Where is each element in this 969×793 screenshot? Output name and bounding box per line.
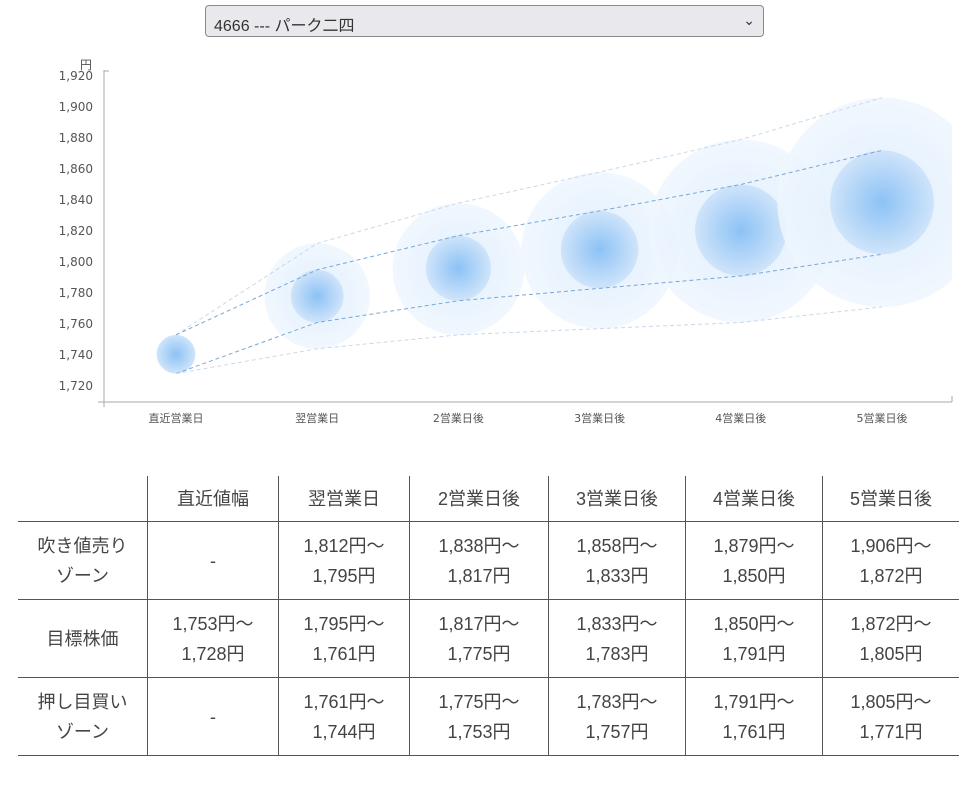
table-cell: 1,775円～ 1,753円 (409, 677, 549, 756)
x-tick-label: 翌営業日 (295, 411, 339, 425)
y-tick-label: 1,920 (59, 69, 93, 83)
column-header (18, 476, 148, 522)
table-cell: 1,872円～ 1,805円 (822, 599, 959, 678)
table-cell: 1,805円～ 1,771円 (822, 677, 959, 756)
cell-line: 吹き値売り (37, 535, 128, 556)
cell-line: 1,791円 (722, 643, 786, 664)
cell-line: 1,728円 (181, 643, 245, 664)
y-tick-label: 1,760 (59, 317, 93, 331)
cell-line: 1,817円～ (438, 613, 520, 634)
table-cell: 1,817円～ 1,775円 (409, 599, 549, 678)
x-tick-label: 直近営業日 (149, 411, 204, 425)
target-range-bubble (560, 210, 639, 289)
cell-line: ゾーン (55, 565, 110, 586)
stock-select[interactable]: 4666 --- パーク二四 ⌄ (205, 5, 764, 37)
cell-line: 1,795円～ (303, 613, 385, 634)
column-header: 翌営業日 (278, 476, 410, 522)
cell-line: 1,805円～ (850, 691, 932, 712)
table-cell: 1,858円～ 1,833円 (548, 521, 686, 600)
cell-line: 1,858円～ (576, 535, 658, 556)
cell-line: ゾーン (55, 721, 110, 742)
target-range-bubble (156, 334, 196, 374)
table-cell: - (147, 677, 279, 756)
x-tick-label: 4営業日後 (715, 411, 766, 425)
y-tick-label: 1,900 (59, 100, 93, 114)
target-range-bubble (425, 235, 491, 301)
cell-line: 1,761円 (312, 643, 376, 664)
cell-line: 1,838円～ (438, 535, 520, 556)
row-label: 吹き値売り ゾーン (18, 521, 148, 600)
column-header: 直近値幅 (147, 476, 279, 522)
table-cell: - (147, 521, 279, 600)
cell-line: - (210, 550, 216, 571)
cell-line: 1,744円 (312, 721, 376, 742)
table-row: 押し目買いゾーン - 1,761円～ 1,744円 1,775円～ 1,753円 1,783… (18, 677, 959, 756)
y-tick-label: 1,880 (59, 131, 93, 145)
chevron-down-icon: ⌄ (743, 12, 755, 28)
y-tick-label: 1,780 (59, 286, 93, 300)
price-forecast-chart: 円1,7201,7401,7601,7801,8001,8201,8401,86… (59, 58, 953, 425)
cell-line: 1,761円 (722, 721, 786, 742)
cell-line: 1,817円 (447, 565, 511, 586)
cell-line: 1,753円 (447, 721, 511, 742)
cell-line: 1,775円～ (438, 691, 520, 712)
cell-line: 1,805円 (859, 643, 923, 664)
column-header: 3営業日後 (548, 476, 686, 522)
cell-line: - (210, 706, 216, 727)
table-cell: 1,879円～ 1,850円 (685, 521, 823, 600)
table-cell: 1,753円～ 1,728円 (147, 599, 279, 678)
x-tick-label: 2営業日後 (433, 411, 484, 425)
table-cell: 1,791円～ 1,761円 (685, 677, 823, 756)
cell-line: 1,872円～ (850, 613, 932, 634)
target-range-bubble (830, 150, 934, 255)
row-label: 目標株価 (18, 599, 148, 678)
target-range-bubble (290, 269, 344, 323)
cell-line: 1,757円 (585, 721, 649, 742)
table-cell: 1,795円～ 1,761円 (278, 599, 410, 678)
cell-line: 1,833円 (585, 565, 649, 586)
cell-line: 1,850円～ (713, 613, 795, 634)
cell-line: 目標株価 (46, 628, 119, 649)
y-tick-label: 1,860 (59, 162, 93, 176)
cell-line: 1,872円 (859, 565, 923, 586)
cell-line: 1,791円～ (713, 691, 795, 712)
row-label: 押し目買い ゾーン (18, 677, 148, 756)
stock-select-value: 4666 --- パーク二四 (214, 18, 355, 35)
cell-line: 1,879円～ (713, 535, 795, 556)
forecast-table: 直近値幅 翌営業日 2営業日後 3営業日後 4営業日後 5営業日後吹き値売りゾーン - 1,8… (18, 476, 959, 756)
cell-line: 1,783円 (585, 643, 649, 664)
table-cell: 1,906円～ 1,872円 (822, 521, 959, 600)
cell-line: 1,783円～ (576, 691, 658, 712)
cell-line: 1,850円 (722, 565, 786, 586)
cell-line: 1,753円～ (172, 613, 254, 634)
table-row: 目標株価 1,753円～ 1,728円 1,795円～ 1,761円 1,817円～ 1,7… (18, 599, 959, 678)
cell-line: 1,771円 (859, 721, 923, 742)
cell-line: 1,761円～ (303, 691, 385, 712)
y-tick-label: 1,840 (59, 193, 93, 207)
y-tick-label: 1,720 (59, 379, 93, 393)
table-cell: 1,812円～ 1,795円 (278, 521, 410, 600)
cell-line: 1,906円～ (850, 535, 932, 556)
table-cell: 1,783円～ 1,757円 (548, 677, 686, 756)
cell-line: 押し目買い (37, 691, 128, 712)
column-header: 5営業日後 (822, 476, 959, 522)
x-tick-label: 3営業日後 (574, 411, 625, 425)
table-header-row: 直近値幅 翌営業日 2営業日後 3営業日後 4営業日後 5営業日後 (18, 476, 959, 522)
column-header: 4営業日後 (685, 476, 823, 522)
table-cell: 1,761円～ 1,744円 (278, 677, 410, 756)
table-cell: 1,833円～ 1,783円 (548, 599, 686, 678)
cell-line: 1,833円～ (576, 613, 658, 634)
table-cell: 1,838円～ 1,817円 (409, 521, 549, 600)
cell-line: 1,812円～ (303, 535, 385, 556)
target-range-bubble (695, 184, 787, 276)
cell-line: 1,775円 (447, 643, 511, 664)
table-row: 吹き値売りゾーン - 1,812円～ 1,795円 1,838円～ 1,817円 1,858… (18, 521, 959, 600)
y-tick-label: 1,800 (59, 255, 93, 269)
table-cell: 1,850円～ 1,791円 (685, 599, 823, 678)
y-tick-label: 1,820 (59, 224, 93, 238)
column-header: 2営業日後 (409, 476, 549, 522)
y-tick-label: 1,740 (59, 348, 93, 362)
x-tick-label: 5営業日後 (857, 411, 908, 425)
cell-line: 1,795円 (312, 565, 376, 586)
